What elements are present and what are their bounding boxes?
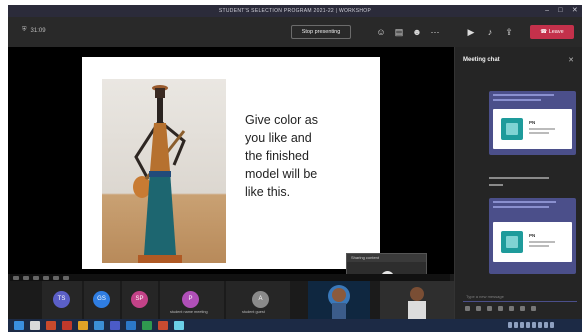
search-icon[interactable] xyxy=(30,321,40,330)
maximize-button[interactable]: □ xyxy=(558,5,563,17)
slide-text: Give color as you like and the finished … xyxy=(245,111,365,201)
gif-icon[interactable] xyxy=(498,306,503,311)
shield-icon: ⛨ xyxy=(22,27,27,33)
participant-tile[interactable]: A student guest xyxy=(226,281,290,319)
teams-icon[interactable] xyxy=(110,321,120,330)
file-attachment[interactable]: PN xyxy=(493,109,572,149)
windows-taskbar xyxy=(8,319,582,332)
close-button[interactable]: ✕ xyxy=(572,5,578,17)
chat-text-line xyxy=(489,177,549,179)
emoji-icon[interactable] xyxy=(487,306,492,311)
presentation-slide: Give color as you like and the finished … xyxy=(82,57,380,269)
share-icon[interactable]: ⇪ xyxy=(502,25,516,39)
tool-icon[interactable] xyxy=(23,275,29,280)
file-name: PN xyxy=(529,233,536,238)
file-icon xyxy=(501,231,523,253)
participant-tile[interactable]: P student name meeting xyxy=(160,281,224,319)
slide-line: like this. xyxy=(245,185,291,199)
file-icon xyxy=(501,118,523,140)
app-icon[interactable] xyxy=(46,321,56,330)
slide-line: Give color as xyxy=(245,113,318,127)
avatar: GS xyxy=(93,291,110,308)
attach-icon[interactable] xyxy=(476,306,481,311)
more-icon[interactable] xyxy=(520,306,525,311)
tool-icon[interactable] xyxy=(43,275,49,280)
compose-input[interactable]: Type a new message xyxy=(463,291,577,302)
compose-tools xyxy=(465,306,536,311)
meeting-window: STUDENT'S SELECTION PROGRAM 2021-22 | WO… xyxy=(8,5,582,332)
participant-video[interactable] xyxy=(308,281,370,319)
tool-icon[interactable] xyxy=(63,275,69,280)
avatar: SP xyxy=(131,291,148,308)
timer-text: 31:09 xyxy=(30,27,46,34)
slide-line: the finished xyxy=(245,149,309,163)
start-icon[interactable] xyxy=(14,321,24,330)
phone-icon: ☎ xyxy=(540,29,549,35)
browser-icon[interactable] xyxy=(94,321,104,330)
shared-screen-stage: Give color as you like and the finished … xyxy=(8,47,454,304)
chat-message: PN xyxy=(489,91,576,155)
participant-tile[interactable]: TS xyxy=(42,281,82,319)
format-icon[interactable] xyxy=(465,306,470,311)
participant-name: student guest xyxy=(242,310,265,314)
chat-text-line xyxy=(489,184,503,186)
participant-tile[interactable]: SP xyxy=(122,281,158,319)
mic-icon[interactable]: ♪ xyxy=(483,25,497,39)
minimize-button[interactable]: – xyxy=(545,5,549,17)
avatar: P xyxy=(182,291,199,308)
window-title-bar: STUDENT'S SELECTION PROGRAM 2021-22 | WO… xyxy=(8,5,582,17)
tool-icon[interactable] xyxy=(53,275,59,280)
window-controls: – □ ✕ xyxy=(545,5,578,17)
slide-line: you like and xyxy=(245,131,312,145)
sticker-icon[interactable] xyxy=(509,306,514,311)
chat-message: PN xyxy=(489,198,576,274)
file-name: PN xyxy=(529,120,536,125)
reactions-icon[interactable]: ☻ xyxy=(410,25,424,39)
leave-button[interactable]: ☎ Leave xyxy=(530,25,574,39)
meeting-chat-panel: Meeting chat ✕ PN PN Type a new message xyxy=(454,47,582,319)
mini-window-title: Sharing content xyxy=(347,254,426,262)
app-icon[interactable] xyxy=(142,321,152,330)
stop-presenting-button[interactable]: Stop presenting xyxy=(291,25,351,39)
more-icon[interactable]: ⋯ xyxy=(428,25,442,39)
craft-model-photo xyxy=(102,79,226,263)
send-icon[interactable] xyxy=(531,306,536,311)
app-icon[interactable] xyxy=(174,321,184,330)
chat-icon[interactable]: ▤ xyxy=(392,25,406,39)
participants-icon[interactable]: ☺ xyxy=(374,25,388,39)
chat-title: Meeting chat xyxy=(463,57,500,63)
participant-tile[interactable]: GS xyxy=(84,281,120,319)
app-icon[interactable] xyxy=(62,321,72,330)
tool-icon[interactable] xyxy=(33,275,39,280)
file-attachment[interactable]: PN xyxy=(493,222,572,262)
window-title: STUDENT'S SELECTION PROGRAM 2021-22 | WO… xyxy=(218,8,372,14)
avatar: A xyxy=(252,291,269,308)
system-tray xyxy=(508,322,554,328)
folder-icon[interactable] xyxy=(78,321,88,330)
tool-icon[interactable] xyxy=(13,275,19,280)
slide-line: model will be xyxy=(245,167,318,181)
leave-label: Leave xyxy=(548,29,564,35)
app-icon[interactable] xyxy=(158,321,168,330)
camera-icon[interactable]: ▶ xyxy=(464,25,478,39)
close-icon[interactable]: ✕ xyxy=(568,56,574,64)
app-icon[interactable] xyxy=(126,321,136,330)
participants-strip: TS GS SP P student name meeting A studen… xyxy=(8,274,454,319)
presenter-toolbar xyxy=(10,274,450,281)
participant-name: student name meeting xyxy=(170,310,208,314)
avatar: TS xyxy=(53,291,70,308)
participant-video[interactable] xyxy=(380,281,454,319)
meeting-timer: ⛨ 31:09 xyxy=(22,27,46,34)
meeting-toolbar: ⛨ 31:09 Stop presenting ☺ ▤ ☻ ⋯ ▶ ♪ ⇪ ☎ … xyxy=(8,17,582,47)
